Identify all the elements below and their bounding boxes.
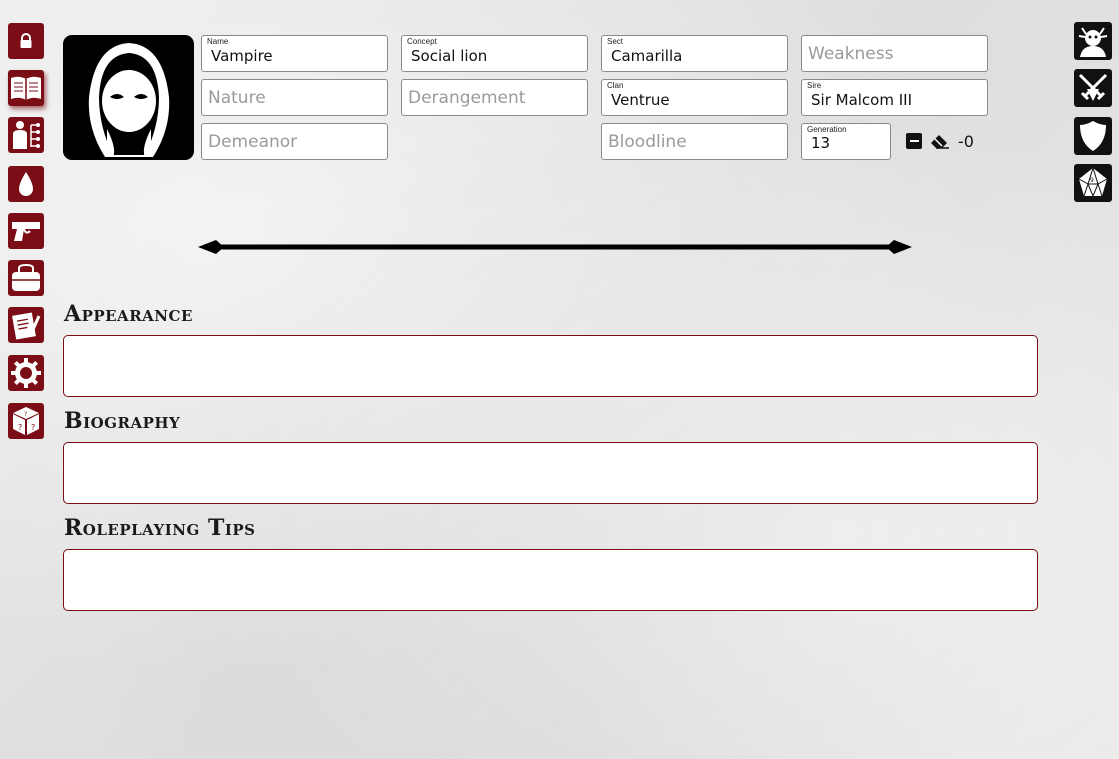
nav-traits-button[interactable] xyxy=(8,117,44,153)
ornamental-divider xyxy=(198,240,912,254)
nav-dice-button[interactable]: ? ? ? xyxy=(8,403,44,439)
svg-text:9: 9 xyxy=(1090,177,1094,184)
biography-textarea[interactable] xyxy=(63,442,1038,504)
sire-field[interactable]: Sire Sir Malcom III xyxy=(801,79,988,116)
hooded-figure-icon xyxy=(88,42,169,157)
dice-icon: ? ? ? xyxy=(13,407,39,435)
concept-field[interactable]: Concept Social lion xyxy=(401,35,588,72)
character-tree-icon xyxy=(13,121,40,149)
nature-field[interactable]: Nature xyxy=(201,79,388,116)
shield-icon xyxy=(1080,121,1106,151)
character-portrait[interactable] xyxy=(63,35,194,160)
appearance-title: Appearance xyxy=(64,301,193,327)
name-label: Name xyxy=(207,37,229,46)
nature-placeholder: Nature xyxy=(208,88,266,108)
svg-text:?: ? xyxy=(24,411,27,418)
nav-monster-button[interactable] xyxy=(1074,22,1112,60)
generation-decrease-button[interactable] xyxy=(906,133,922,149)
generation-modifier: -0 xyxy=(958,131,974,151)
sect-field[interactable]: Sect Camarilla xyxy=(601,35,788,72)
sire-label: Sire xyxy=(807,81,822,90)
eraser-icon[interactable] xyxy=(930,133,950,149)
sire-value: Sir Malcom III xyxy=(811,91,913,109)
nav-inventory-button[interactable] xyxy=(8,260,44,296)
d10-dice-icon: 9 xyxy=(1078,166,1108,198)
notes-icon xyxy=(12,312,41,340)
name-value: Vampire xyxy=(211,47,273,65)
book-icon xyxy=(11,76,41,100)
nav-notes-button[interactable] xyxy=(8,307,44,343)
sect-value: Camarilla xyxy=(611,47,683,65)
weakness-field[interactable]: Weakness xyxy=(801,35,988,72)
biography-title: Biography xyxy=(64,408,181,434)
generation-label: Generation xyxy=(807,125,847,134)
derangement-field[interactable]: Derangement xyxy=(401,79,588,116)
generation-value: 13 xyxy=(811,134,831,152)
appearance-textarea[interactable] xyxy=(63,335,1038,397)
roleplaying-tips-title: Roleplaying Tips xyxy=(64,515,256,541)
clan-field[interactable]: Clan Ventrue xyxy=(601,79,788,116)
demeanor-placeholder: Demeanor xyxy=(208,132,298,152)
sect-label: Sect xyxy=(607,37,624,46)
bloodline-placeholder: Bloodline xyxy=(608,132,687,152)
crossed-swords-icon xyxy=(1078,73,1108,101)
nav-bio-button[interactable] xyxy=(8,70,44,106)
generation-controls: -0 xyxy=(906,131,974,151)
svg-text:?: ? xyxy=(18,423,22,432)
generation-field[interactable]: Generation 13 xyxy=(801,123,891,160)
nav-defense-button[interactable] xyxy=(1074,117,1112,155)
minus-icon xyxy=(909,140,919,142)
concept-value: Social lion xyxy=(411,47,488,65)
demeanor-field[interactable]: Demeanor xyxy=(201,123,388,160)
nav-lock-button[interactable] xyxy=(8,23,44,59)
pistol-icon xyxy=(12,222,40,241)
svg-text:?: ? xyxy=(31,423,35,432)
weakness-placeholder: Weakness xyxy=(808,44,894,64)
bloodline-field[interactable]: Bloodline xyxy=(601,123,788,160)
lock-icon xyxy=(20,33,32,48)
clan-value: Ventrue xyxy=(611,91,670,109)
nav-settings-button[interactable] xyxy=(8,355,44,391)
nav-weapons-button[interactable] xyxy=(8,213,44,249)
name-field[interactable]: Name Vampire xyxy=(201,35,388,72)
clan-label: Clan xyxy=(607,81,624,90)
bag-icon xyxy=(12,263,40,291)
derangement-placeholder: Derangement xyxy=(408,88,526,108)
nav-roll-button[interactable]: 9 xyxy=(1074,164,1112,202)
gear-icon xyxy=(11,358,41,388)
concept-label: Concept xyxy=(407,37,437,46)
monster-icon xyxy=(1078,27,1108,57)
nav-blood-button[interactable] xyxy=(8,166,44,202)
blood-drop-icon xyxy=(19,172,33,196)
nav-combat-button[interactable] xyxy=(1074,69,1112,107)
roleplaying-tips-textarea[interactable] xyxy=(63,549,1038,611)
